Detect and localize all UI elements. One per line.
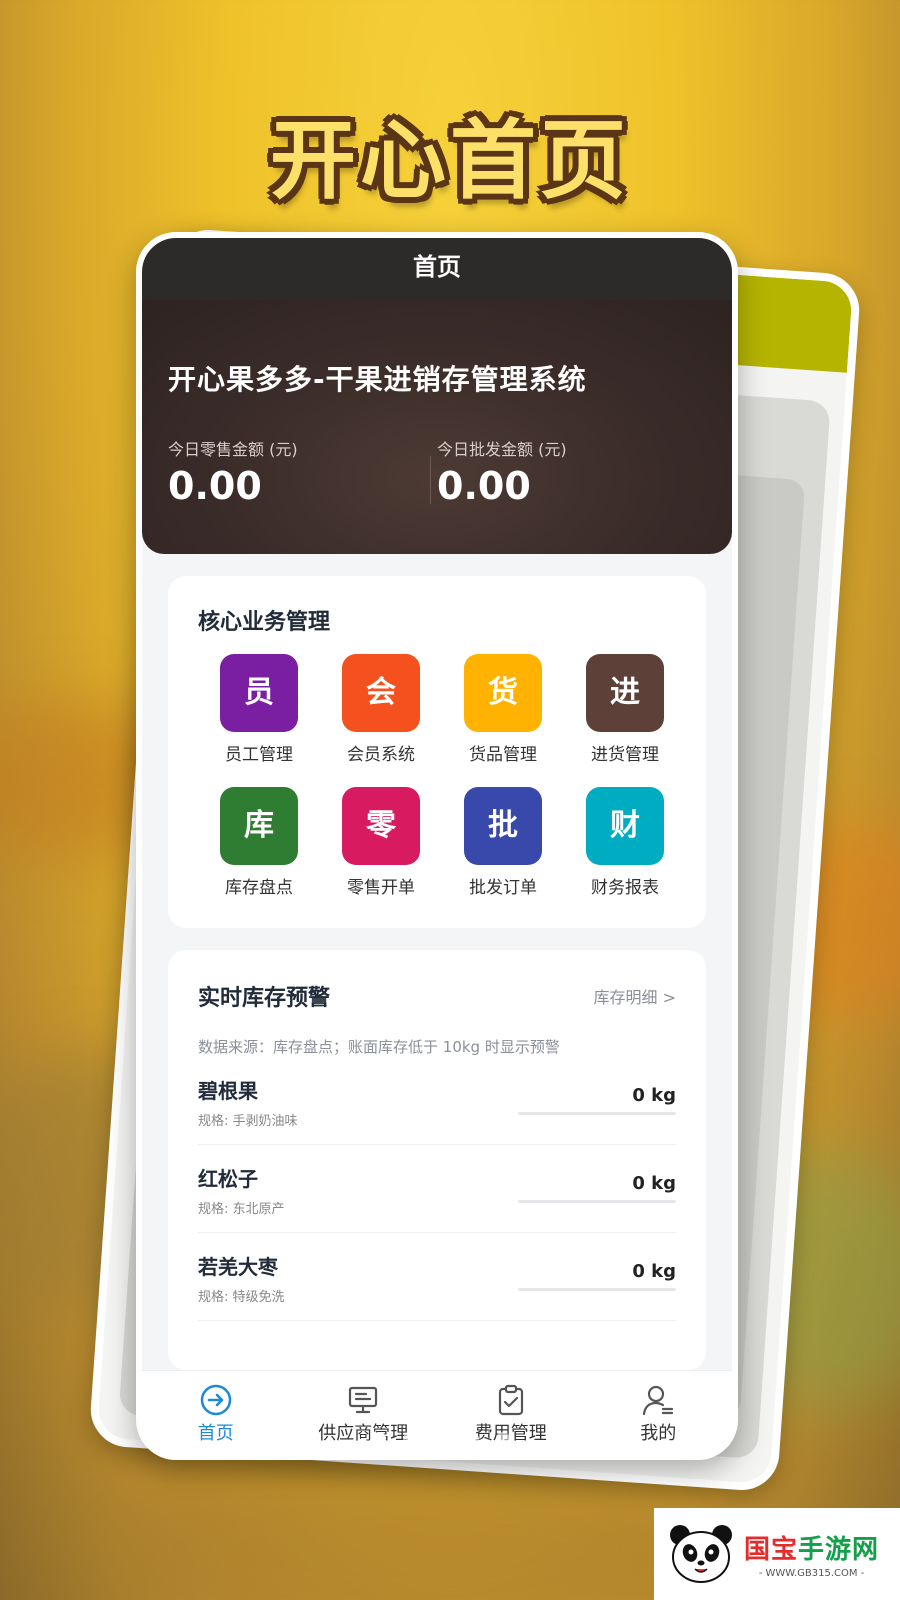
stat-value: 0.00 [437, 464, 531, 508]
tab-label: 首页 [197, 1423, 234, 1444]
feature-icon: 批 [464, 787, 542, 865]
section-title: 实时库存预警 [198, 986, 331, 1011]
tab-profile[interactable]: 我的 [585, 1371, 733, 1454]
item-spec: 规格: 特级免洗 [198, 1290, 285, 1305]
stock-item[interactable]: 红松子规格: 东北原产 0 kg [198, 1145, 676, 1233]
arrow-circle-icon [200, 1384, 231, 1416]
stock-detail-link[interactable]: 库存明细 > [594, 984, 677, 1008]
item-quantity: 0 kg [632, 1261, 676, 1282]
watermark-url: - WWW.GB315.COM - [758, 1568, 865, 1579]
user-icon [643, 1385, 674, 1416]
monitor-icon [349, 1386, 378, 1414]
panda-logo-icon [670, 1525, 732, 1583]
feature-icon: 货 [464, 654, 542, 732]
item-name: 碧根果 [198, 1079, 258, 1103]
retail-amount-stat: 今日零售金额 (元) 0.00 [168, 436, 437, 508]
feature-tile[interactable]: 货货品管理 [442, 654, 564, 765]
feature-tile[interactable]: 库库存盘点 [198, 787, 320, 898]
feature-icon: 财 [586, 787, 664, 865]
item-spec: 规格: 手剥奶油味 [198, 1114, 298, 1129]
feature-tile[interactable]: 零零售开单 [320, 787, 442, 898]
item-spec: 规格: 东北原产 [198, 1202, 285, 1217]
feature-tile[interactable]: 员员工管理 [198, 654, 320, 765]
stock-item[interactable]: 若羌大枣规格: 特级免洗 0 kg [198, 1233, 676, 1321]
carousel-indicator [372, 1432, 527, 1446]
stock-item[interactable]: 碧根果规格: 手剥奶油味 0 kg [198, 1057, 676, 1145]
stat-label: 今日零售金额 (元) [168, 440, 298, 459]
carousel-dot[interactable] [465, 1432, 479, 1446]
feature-tile[interactable]: 会会员系统 [320, 654, 442, 765]
stock-level-bar [518, 1288, 676, 1291]
stock-list: 碧根果 规格: 手剥奶油味 0 kg 红松子 规格: 东北原产 0 kg 若羌大枣 规格: 特… [198, 1057, 676, 1321]
feature-label: 进货管理 [591, 745, 659, 765]
tab-home[interactable]: 首页 [142, 1371, 290, 1454]
stat-value: 0.00 [168, 464, 262, 508]
phone-mockup: 首页 开心果多多-干果进销存管理系统 今日零售金额 (元) 0.00 今日批发金… [136, 232, 738, 1460]
feature-icon: 员 [220, 654, 298, 732]
feature-tile[interactable]: 批批发订单 [442, 787, 564, 898]
feature-label: 会员系统 [347, 745, 415, 765]
feature-label: 零售开单 [347, 878, 415, 898]
section-title: 核心业务管理 [198, 610, 331, 635]
item-quantity: 0 kg [632, 1085, 676, 1106]
stock-alert-card: 实时库存预警 库存明细 > 数据来源：库存盘点；账面库存低于 10kg 时显示预… [168, 950, 706, 1370]
feature-label: 库存盘点 [225, 878, 293, 898]
tab-label: 我的 [640, 1423, 677, 1444]
watermark: 国宝手游网 - WWW.GB315.COM - [654, 1508, 900, 1600]
wholesale-amount-stat: 今日批发金额 (元) 0.00 [437, 436, 706, 508]
promo-title: 开心首页 [270, 111, 630, 211]
summary-header: 开心果多多-干果进销存管理系统 今日零售金额 (元) 0.00 今日批发金额 (… [142, 300, 732, 554]
divider [430, 456, 431, 504]
core-business-card: 核心业务管理 员员工管理会会员系统货货品管理进进货管理库库存盘点零零售开单批批发… [168, 576, 706, 928]
item-name: 若羌大枣 [198, 1255, 278, 1279]
clipboard-check-icon [498, 1384, 523, 1416]
data-source-note: 数据来源：库存盘点；账面库存低于 10kg 时显示预警 [198, 1038, 560, 1056]
item-name: 红松子 [198, 1167, 258, 1191]
watermark-brand: 国宝手游网 [744, 1535, 880, 1565]
stock-level-bar [518, 1200, 676, 1203]
carousel-dot[interactable] [434, 1432, 448, 1446]
feature-grid: 员员工管理会会员系统货货品管理进进货管理库库存盘点零零售开单批批发订单财财务报表 [198, 654, 686, 920]
carousel-dot[interactable] [372, 1432, 386, 1446]
feature-icon: 会 [342, 654, 420, 732]
page-title: 首页 [142, 238, 732, 300]
feature-icon: 库 [220, 787, 298, 865]
app-name: 开心果多多-干果进销存管理系统 [168, 363, 587, 396]
feature-label: 批发订单 [469, 878, 537, 898]
feature-label: 员工管理 [225, 745, 293, 765]
carousel-dot[interactable] [403, 1432, 417, 1446]
feature-label: 财务报表 [591, 878, 659, 898]
carousel-dot[interactable] [496, 1432, 510, 1446]
feature-icon: 进 [586, 654, 664, 732]
feature-icon: 零 [342, 787, 420, 865]
item-quantity: 0 kg [632, 1173, 676, 1194]
feature-tile[interactable]: 财财务报表 [564, 787, 686, 898]
feature-label: 货品管理 [469, 745, 537, 765]
stat-label: 今日批发金额 (元) [437, 440, 567, 459]
feature-tile[interactable]: 进进货管理 [564, 654, 686, 765]
stock-level-bar [518, 1112, 676, 1115]
